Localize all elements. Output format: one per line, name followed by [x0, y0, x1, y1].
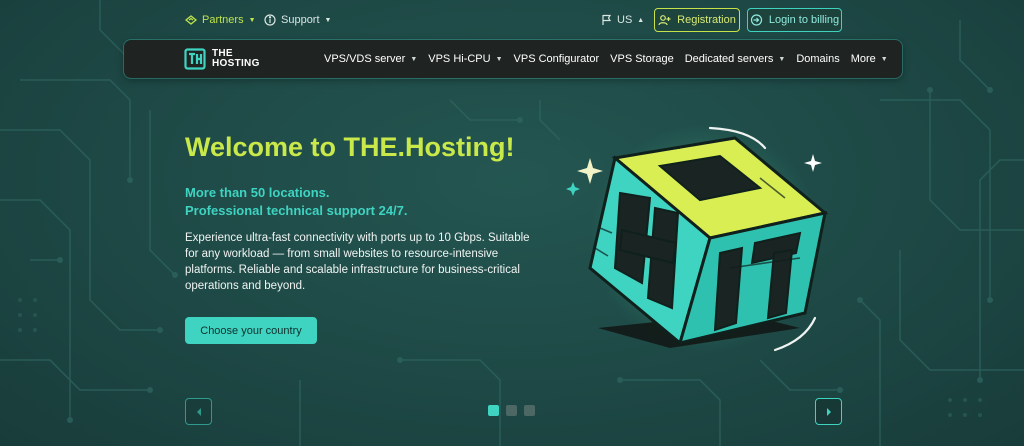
hero-subtitle-line-1: More than 50 locations. [185, 185, 330, 200]
chevron-down-icon: ▼ [778, 55, 786, 63]
choose-country-button[interactable]: Choose your country [185, 317, 317, 344]
partners-menu[interactable]: Partners ▼ [185, 12, 256, 28]
sparkle-icon [566, 182, 580, 196]
carousel-next-button[interactable] [815, 398, 842, 425]
nav-item-label: VPS Configurator [513, 53, 600, 65]
main-nav: THE HOSTING VPS/VDS server ▼ VPS Hi-CPU ▼ VP… [124, 40, 902, 78]
hero-title: Welcome to THE.Hosting! [185, 132, 515, 162]
nav-item-vps-configurator[interactable]: VPS Configurator [514, 53, 600, 65]
partners-icon [185, 15, 197, 25]
logo-icon [184, 48, 206, 70]
language-selector[interactable]: US ▲ [601, 12, 644, 28]
nav-item-domains[interactable]: Domains [796, 53, 839, 65]
logo-line-2: HOSTING [212, 58, 260, 69]
carousel-dot[interactable] [524, 405, 535, 416]
chevron-down-icon: ▼ [248, 16, 256, 24]
carousel-dots [488, 405, 542, 416]
nav-item-label: More [850, 53, 876, 65]
carousel-dot[interactable] [506, 405, 517, 416]
logo-text: THE HOSTING [212, 49, 260, 69]
add-user-icon [658, 15, 671, 26]
registration-button[interactable]: Registration [654, 8, 740, 32]
logo[interactable]: THE HOSTING [184, 48, 260, 70]
nav-item-label: VPS Storage [610, 53, 674, 65]
support-label: Support [281, 14, 320, 26]
nav-item-vps-vds-server[interactable]: VPS/VDS server ▼ [324, 53, 417, 65]
carousel-dot[interactable] [488, 405, 499, 416]
login-icon [750, 14, 762, 26]
hero-description: Experience ultra-fast connectivity with … [185, 232, 530, 292]
login-button[interactable]: Login to billing [747, 8, 842, 32]
nav-menu: VPS/VDS server ▼ VPS Hi-CPU ▼ VPS Configurat… [324, 40, 899, 78]
chevron-down-icon: ▼ [324, 16, 332, 24]
nav-item-more[interactable]: More ▼ [851, 53, 888, 65]
nav-item-label: VPS/VDS server [324, 53, 406, 65]
nav-item-vps-storage[interactable]: VPS Storage [610, 53, 674, 65]
info-icon [264, 14, 276, 26]
nav-item-vps-hi-cpu[interactable]: VPS Hi-CPU ▼ [428, 53, 502, 65]
hero-subtitle: More than 50 locations. Professional tec… [185, 184, 408, 220]
nav-item-label: VPS Hi-CPU [428, 53, 491, 65]
login-label: Login to billing [768, 14, 840, 26]
chevron-right-icon [826, 407, 831, 416]
flag-icon [602, 14, 612, 25]
carousel-prev-button[interactable] [185, 398, 212, 425]
top-bar: Partners ▼ Support ▼ US ▲ Registration L… [0, 0, 1024, 40]
cube-illustration [566, 123, 829, 353]
language-label: US [617, 14, 633, 26]
chevron-up-icon: ▲ [637, 16, 645, 24]
chevron-left-icon [196, 407, 201, 416]
support-menu[interactable]: Support ▼ [264, 12, 331, 28]
partners-label: Partners [202, 14, 244, 26]
registration-label: Registration [677, 14, 736, 26]
nav-item-label: Domains [796, 53, 840, 65]
chevron-down-icon: ▼ [495, 55, 503, 63]
hero-subtitle-line-2: Professional technical support 24/7. [185, 203, 408, 218]
nav-item-dedicated-servers[interactable]: Dedicated servers ▼ [685, 53, 786, 65]
chevron-down-icon: ▼ [880, 55, 888, 63]
nav-item-label: Dedicated servers [684, 53, 774, 65]
chevron-down-icon: ▼ [410, 55, 418, 63]
